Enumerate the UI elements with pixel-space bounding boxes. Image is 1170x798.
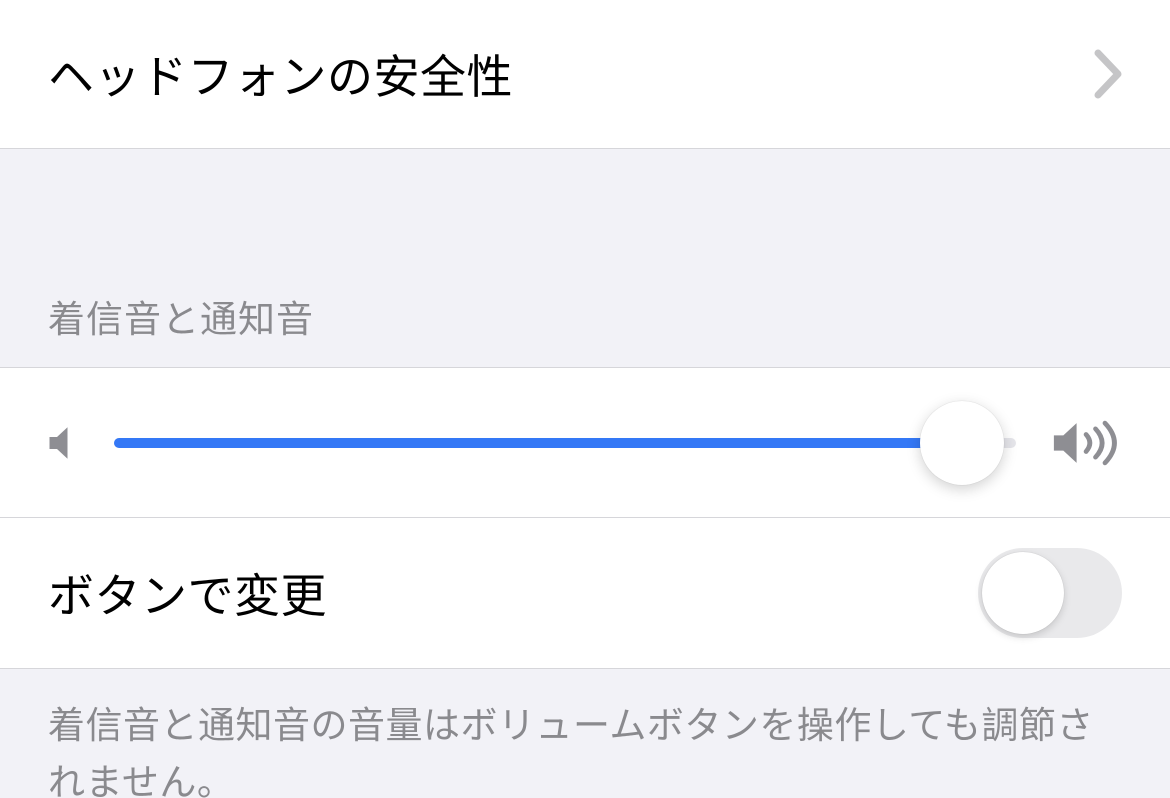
change-with-buttons-label: ボタンで変更 bbox=[48, 560, 978, 626]
headphone-safety-row[interactable]: ヘッドフォンの安全性 bbox=[0, 0, 1170, 148]
change-with-buttons-toggle[interactable] bbox=[978, 548, 1122, 638]
volume-high-icon bbox=[1052, 419, 1122, 467]
headphone-safety-label: ヘッドフォンの安全性 bbox=[48, 41, 1094, 107]
toggle-knob bbox=[982, 552, 1064, 634]
slider-fill bbox=[114, 438, 962, 448]
chevron-right-icon bbox=[1094, 49, 1122, 99]
footer-note: 着信音と通知音の音量はボリュームボタンを操作しても調節されません。 bbox=[0, 669, 1170, 798]
volume-slider-row bbox=[0, 368, 1170, 518]
top-group: ヘッドフォンの安全性 bbox=[0, 0, 1170, 149]
slider-track bbox=[114, 438, 1016, 448]
change-with-buttons-row: ボタンで変更 bbox=[0, 518, 1170, 668]
volume-low-icon bbox=[48, 424, 78, 462]
volume-slider[interactable] bbox=[114, 368, 1016, 517]
ringer-group: ボタンで変更 bbox=[0, 367, 1170, 669]
ringer-section-header: 着信音と通知音 bbox=[0, 149, 1170, 367]
slider-thumb[interactable] bbox=[920, 401, 1004, 485]
